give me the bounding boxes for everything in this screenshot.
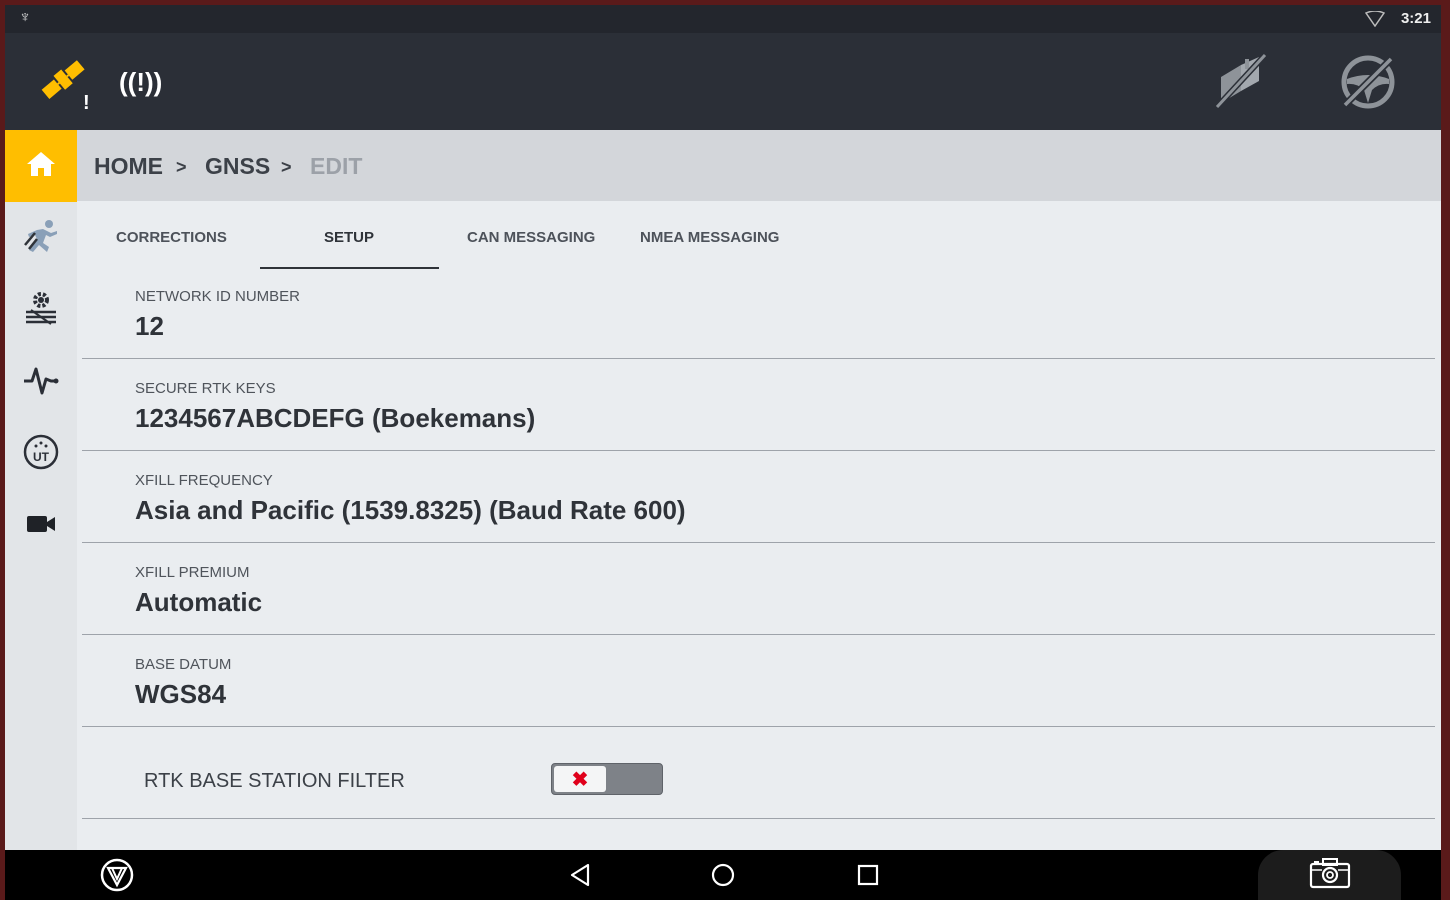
guidance-runner-icon bbox=[23, 219, 59, 258]
sidebar-item-ut[interactable]: UT bbox=[5, 418, 77, 490]
sidebar: UT bbox=[5, 130, 77, 850]
svg-text:UT: UT bbox=[33, 450, 50, 464]
field-settings-icon bbox=[23, 290, 59, 331]
svg-text:!: ! bbox=[83, 92, 90, 111]
sidebar-item-home[interactable] bbox=[5, 130, 77, 202]
field-label: XFILL PREMIUM bbox=[135, 564, 250, 581]
toggle-knob: ✖ bbox=[554, 766, 606, 792]
no-coverage-icon[interactable] bbox=[1211, 51, 1271, 116]
back-icon[interactable] bbox=[565, 850, 595, 900]
app-frame: ♆ 3:21 ! ((!)) UT HOME > GNSS > EDIT COR… bbox=[5, 5, 1441, 900]
field-value: 1234567ABCDEFG (Boekemans) bbox=[135, 403, 536, 433]
clock: 3:21 bbox=[1400, 10, 1431, 27]
field-value: Automatic bbox=[135, 587, 263, 617]
sidebar-item-camera[interactable] bbox=[5, 490, 77, 562]
tab-can-messaging[interactable]: CAN MESSAGING bbox=[467, 229, 595, 246]
screenshot-button[interactable] bbox=[1258, 850, 1401, 900]
breadcrumb: HOME > GNSS > EDIT bbox=[77, 130, 1441, 201]
field-label: SECURE RTK KEYS bbox=[135, 380, 276, 397]
screenshot-camera-icon bbox=[1309, 857, 1351, 894]
divider bbox=[82, 726, 1435, 727]
field-label: XFILL FREQUENCY bbox=[135, 472, 273, 489]
sidebar-item-guidance[interactable] bbox=[5, 202, 77, 274]
status-bar: ♆ 3:21 bbox=[5, 5, 1441, 33]
sidebar-item-diagnostics[interactable] bbox=[5, 346, 77, 418]
system-nav-bar bbox=[5, 850, 1441, 900]
usb-icon: ♆ bbox=[19, 9, 31, 26]
tab-setup[interactable]: SETUP bbox=[324, 229, 374, 246]
trimble-icon[interactable] bbox=[99, 850, 135, 900]
svg-text:((!)): ((!)) bbox=[119, 67, 162, 97]
signal-alert-icon[interactable]: ((!)) bbox=[117, 65, 169, 104]
breadcrumb-gnss[interactable]: GNSS bbox=[205, 153, 270, 180]
diagnostics-pulse-icon bbox=[23, 365, 59, 400]
home-icon bbox=[26, 150, 56, 183]
divider bbox=[82, 634, 1435, 635]
recents-icon[interactable] bbox=[853, 850, 883, 900]
camera-icon bbox=[26, 514, 56, 539]
sidebar-item-field-settings[interactable] bbox=[5, 274, 77, 346]
steering-disabled-icon[interactable] bbox=[1339, 53, 1397, 116]
divider bbox=[82, 358, 1435, 359]
field-label: NETWORK ID NUMBER bbox=[135, 288, 300, 305]
home-circle-icon[interactable] bbox=[708, 850, 738, 900]
field-value: WGS84 bbox=[135, 679, 227, 709]
tab-nmea-messaging[interactable]: NMEA MESSAGING bbox=[640, 229, 779, 246]
field-value: Asia and Pacific (1539.8325) (Baud Rate … bbox=[135, 495, 686, 525]
app-bar: ! ((!)) bbox=[5, 33, 1441, 130]
divider bbox=[82, 818, 1435, 819]
divider bbox=[82, 542, 1435, 543]
wifi-icon bbox=[1364, 10, 1386, 32]
tab-corrections[interactable]: CORRECTIONS bbox=[116, 229, 227, 246]
breadcrumb-edit: EDIT bbox=[310, 153, 363, 179]
close-icon: ✖ bbox=[571, 768, 589, 791]
breadcrumb-separator: > bbox=[281, 157, 292, 177]
divider bbox=[82, 450, 1435, 451]
active-tab-indicator bbox=[260, 267, 439, 269]
rtk-filter-label: RTK BASE STATION FILTER bbox=[144, 770, 405, 792]
breadcrumb-home[interactable]: HOME bbox=[94, 153, 163, 180]
ut-icon: UT bbox=[22, 433, 60, 476]
rtk-filter-toggle[interactable]: ✖ bbox=[551, 763, 663, 795]
field-value: 12 bbox=[135, 311, 164, 341]
field-label: BASE DATUM bbox=[135, 656, 232, 673]
satellite-warning-icon[interactable]: ! bbox=[35, 53, 97, 116]
breadcrumb-separator: > bbox=[176, 157, 187, 177]
